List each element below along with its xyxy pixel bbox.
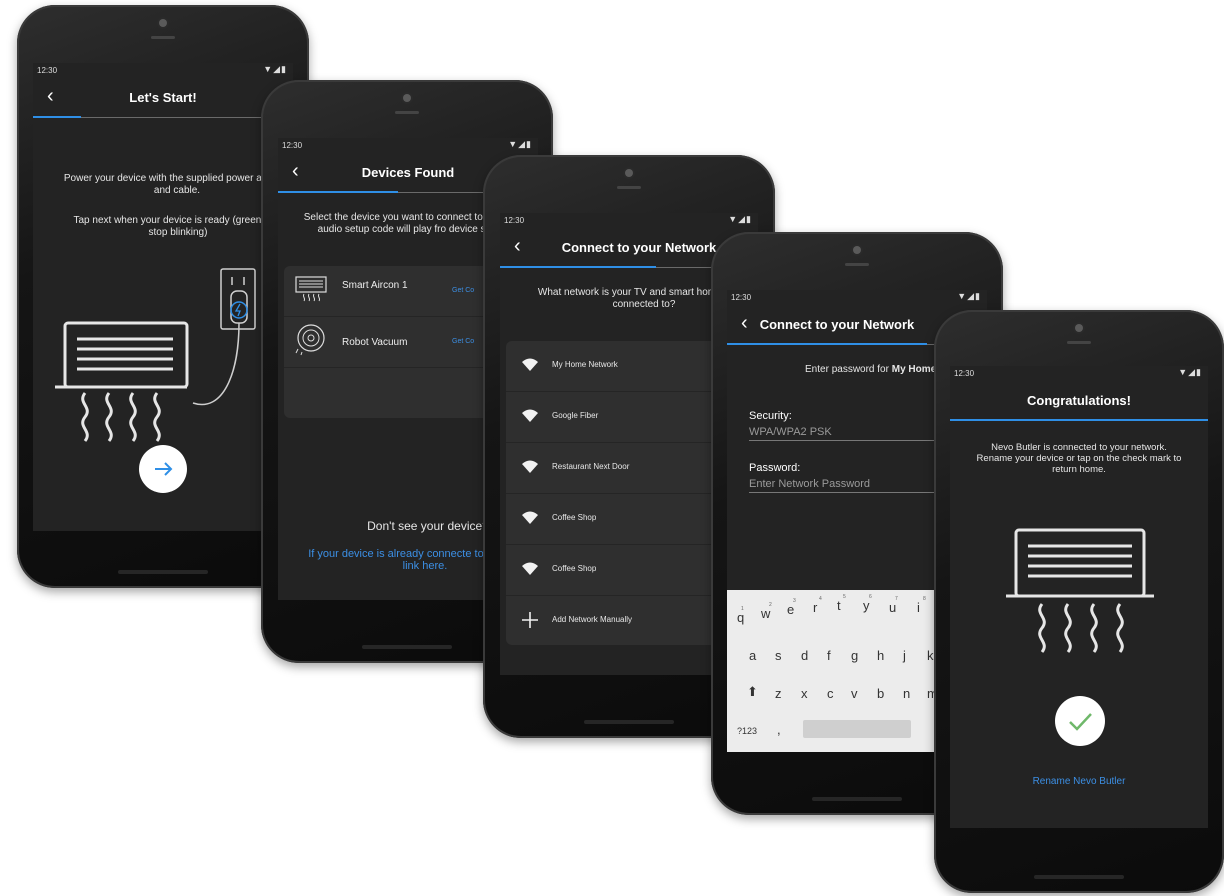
aircon-icon (295, 276, 327, 302)
status-bar: 12:30 ▼◢▮ (278, 138, 538, 154)
key[interactable]: j (903, 648, 906, 663)
plus-icon (522, 612, 538, 628)
key[interactable]: a (749, 648, 756, 663)
success-message: Nevo Butler is connected to your network… (976, 442, 1182, 475)
instruction-next: Tap next when your device is ready (gree… (73, 215, 283, 238)
earpiece (151, 36, 175, 39)
camera (625, 169, 633, 177)
status-time: 12:30 (282, 141, 303, 150)
status-bar: 12:30 ▼◢▮ (950, 366, 1208, 382)
progress-bar (950, 419, 1208, 421)
key-hint: 8 (923, 596, 926, 602)
earpiece (395, 111, 419, 114)
bottom-bar (1034, 875, 1124, 879)
screen: 12:30 ▼◢▮ Congratulations! Nevo Butler i… (950, 366, 1208, 828)
status-time: 12:30 (504, 216, 525, 225)
wifi-icon (522, 562, 538, 575)
status-bar: 12:30 ▼◢▮ (33, 63, 293, 79)
key[interactable]: e (787, 602, 794, 617)
camera (1075, 324, 1083, 332)
device-name: Smart Aircon 1 (342, 280, 408, 291)
status-bar: 12:30 ▼◢▮ (500, 213, 758, 229)
signal-icons: ▼◢▮ (263, 64, 287, 74)
network-name: Coffee Shop (552, 513, 597, 522)
arrow-right-icon (155, 462, 173, 476)
get-code-link[interactable]: Get Co (452, 338, 474, 345)
bottom-bar (584, 720, 674, 724)
key[interactable]: y (863, 598, 870, 613)
key[interactable]: q (737, 610, 744, 625)
key-hint: 4 (819, 596, 822, 602)
phone-congratulations: 12:30 ▼◢▮ Congratulations! Nevo Butler i… (934, 310, 1224, 893)
network-name: Coffee Shop (552, 564, 597, 573)
bottom-bar (118, 570, 208, 574)
instruction-power: Power your device with the supplied powe… (63, 173, 291, 196)
key[interactable]: b (877, 686, 884, 701)
key[interactable]: d (801, 648, 808, 663)
aircon-outlet-illustration (55, 268, 256, 442)
instruction-prefix: Enter password for (805, 364, 892, 375)
bottom-bar (812, 797, 902, 801)
key[interactable]: r (813, 600, 817, 615)
status-time: 12:30 (954, 369, 975, 378)
signal-icons: ▼◢▮ (1178, 367, 1202, 377)
key[interactable]: s (775, 648, 782, 663)
key[interactable]: g (851, 648, 858, 663)
aircon-illustration (1006, 528, 1154, 653)
key[interactable]: k (927, 648, 934, 663)
get-code-link[interactable]: Get Co (452, 287, 474, 294)
key[interactable]: x (801, 686, 808, 701)
add-network-label: Add Network Manually (552, 615, 633, 624)
network-name: My Home Network (552, 360, 618, 369)
wifi-icon (522, 511, 538, 524)
screen: 12:30 ▼◢▮ ‹ Let's Start! Power your devi… (33, 63, 293, 531)
signal-icons: ▼◢▮ (728, 214, 752, 224)
key[interactable]: i (917, 600, 920, 615)
camera (853, 246, 861, 254)
wifi-icon (522, 358, 538, 371)
header: Congratulations! (950, 382, 1208, 420)
wifi-icon (522, 409, 538, 422)
status-bar: 12:30 ▼◢▮ (727, 290, 987, 306)
page-title: Congratulations! (1027, 393, 1131, 408)
network-name: Google Fiber (552, 411, 599, 420)
symbols-key[interactable]: ?123 (737, 726, 757, 736)
device-name: Robot Vacuum (342, 337, 408, 348)
earpiece (845, 263, 869, 266)
wifi-icon (522, 460, 538, 473)
signal-icons: ▼◢▮ (957, 291, 981, 301)
key[interactable]: h (877, 648, 884, 663)
next-button[interactable] (139, 445, 187, 493)
key[interactable]: c (827, 686, 834, 701)
check-button[interactable] (1055, 696, 1105, 746)
key[interactable]: w (761, 606, 770, 621)
shift-icon[interactable]: ⬆ (747, 684, 758, 700)
header: ‹ Let's Start! (33, 79, 293, 117)
key[interactable]: v (851, 686, 858, 701)
robot-vacuum-icon (295, 324, 325, 356)
comma-key[interactable]: , (777, 722, 781, 737)
key[interactable]: t (837, 598, 841, 613)
password-label: Password: (749, 462, 801, 474)
status-time: 12:30 (731, 293, 752, 302)
key[interactable]: z (775, 686, 782, 701)
space-bar[interactable] (803, 720, 911, 738)
bottom-bar (362, 645, 452, 649)
earpiece (617, 186, 641, 189)
page-title: Let's Start! (129, 90, 197, 105)
camera (403, 94, 411, 102)
checkmark-icon (1069, 713, 1092, 731)
network-name: Restaurant Next Door (552, 462, 630, 471)
progress-bar (33, 116, 293, 118)
earpiece (1067, 341, 1091, 344)
rename-link[interactable]: Rename Nevo Butler (960, 776, 1198, 788)
key[interactable]: u (889, 600, 896, 615)
security-label: Security: (749, 410, 792, 422)
status-time: 12:30 (37, 66, 58, 75)
camera (159, 19, 167, 27)
key[interactable]: f (827, 648, 831, 663)
key[interactable]: n (903, 686, 910, 701)
key-hint: 5 (843, 594, 846, 600)
signal-icons: ▼◢▮ (508, 139, 532, 149)
